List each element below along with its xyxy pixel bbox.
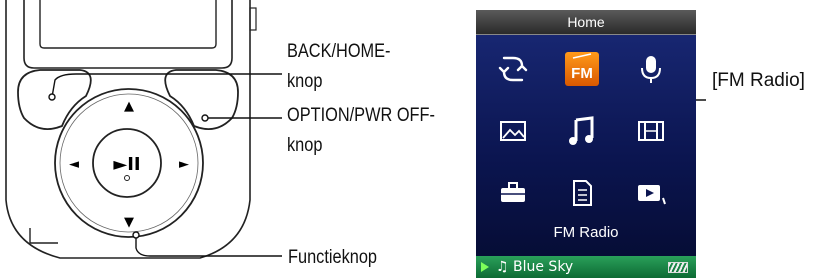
back-home-label-line1: BACK/HOME- (287, 41, 391, 62)
side-button (249, 7, 257, 31)
play-pause-icon: ►II (113, 154, 140, 175)
player-screen-inner (39, 0, 217, 49)
microphone-icon[interactable] (634, 52, 668, 86)
play-indicator-icon (481, 262, 489, 272)
fm-radio-icon[interactable]: FM (565, 52, 599, 86)
back-home-callout: BACK/HOME- knop (287, 37, 391, 97)
now-playing-title: ♫ Blue Sky (496, 259, 574, 275)
player-bottom-edge (29, 228, 58, 244)
function-button-callout: Functieknop (288, 247, 378, 268)
left-arrow-icon: ◄ (69, 157, 79, 172)
shuffle-icon[interactable] (496, 52, 530, 86)
battery-icon (668, 262, 688, 273)
player-device-illustration: ▲ ▼ ◄ ► ►II (5, 0, 257, 259)
photo-icon[interactable] (496, 114, 530, 148)
home-menu-screen: Home FM FM Radio ♫ Blue Sky (476, 10, 696, 278)
film-icon[interactable] (634, 114, 668, 148)
right-arrow-icon: ► (179, 157, 189, 172)
play-pause-button[interactable]: ►II (92, 128, 162, 198)
option-pwr-callout: OPTION/PWR OFF- knop (287, 101, 435, 161)
selected-item-label: FM Radio (553, 224, 619, 241)
option-pwr-label-line1: OPTION/PWR OFF- (287, 105, 435, 126)
document-icon[interactable] (565, 176, 599, 210)
fm-badge-text: FM (571, 65, 593, 82)
player-screen-frame (23, 0, 233, 69)
option-pwr-label-line2: knop (287, 135, 323, 156)
back-home-label-line2: knop (287, 71, 323, 92)
down-arrow-icon: ▼ (124, 215, 134, 230)
fm-radio-callout: [FM Radio] (712, 70, 805, 91)
screen-title: Home (476, 10, 696, 35)
music-note-icon[interactable] (565, 114, 599, 148)
now-playing-bar: ♫ Blue Sky (476, 256, 696, 278)
up-arrow-icon: ▲ (124, 99, 134, 114)
video-play-icon[interactable] (634, 176, 668, 210)
toolbox-icon[interactable] (496, 176, 530, 210)
